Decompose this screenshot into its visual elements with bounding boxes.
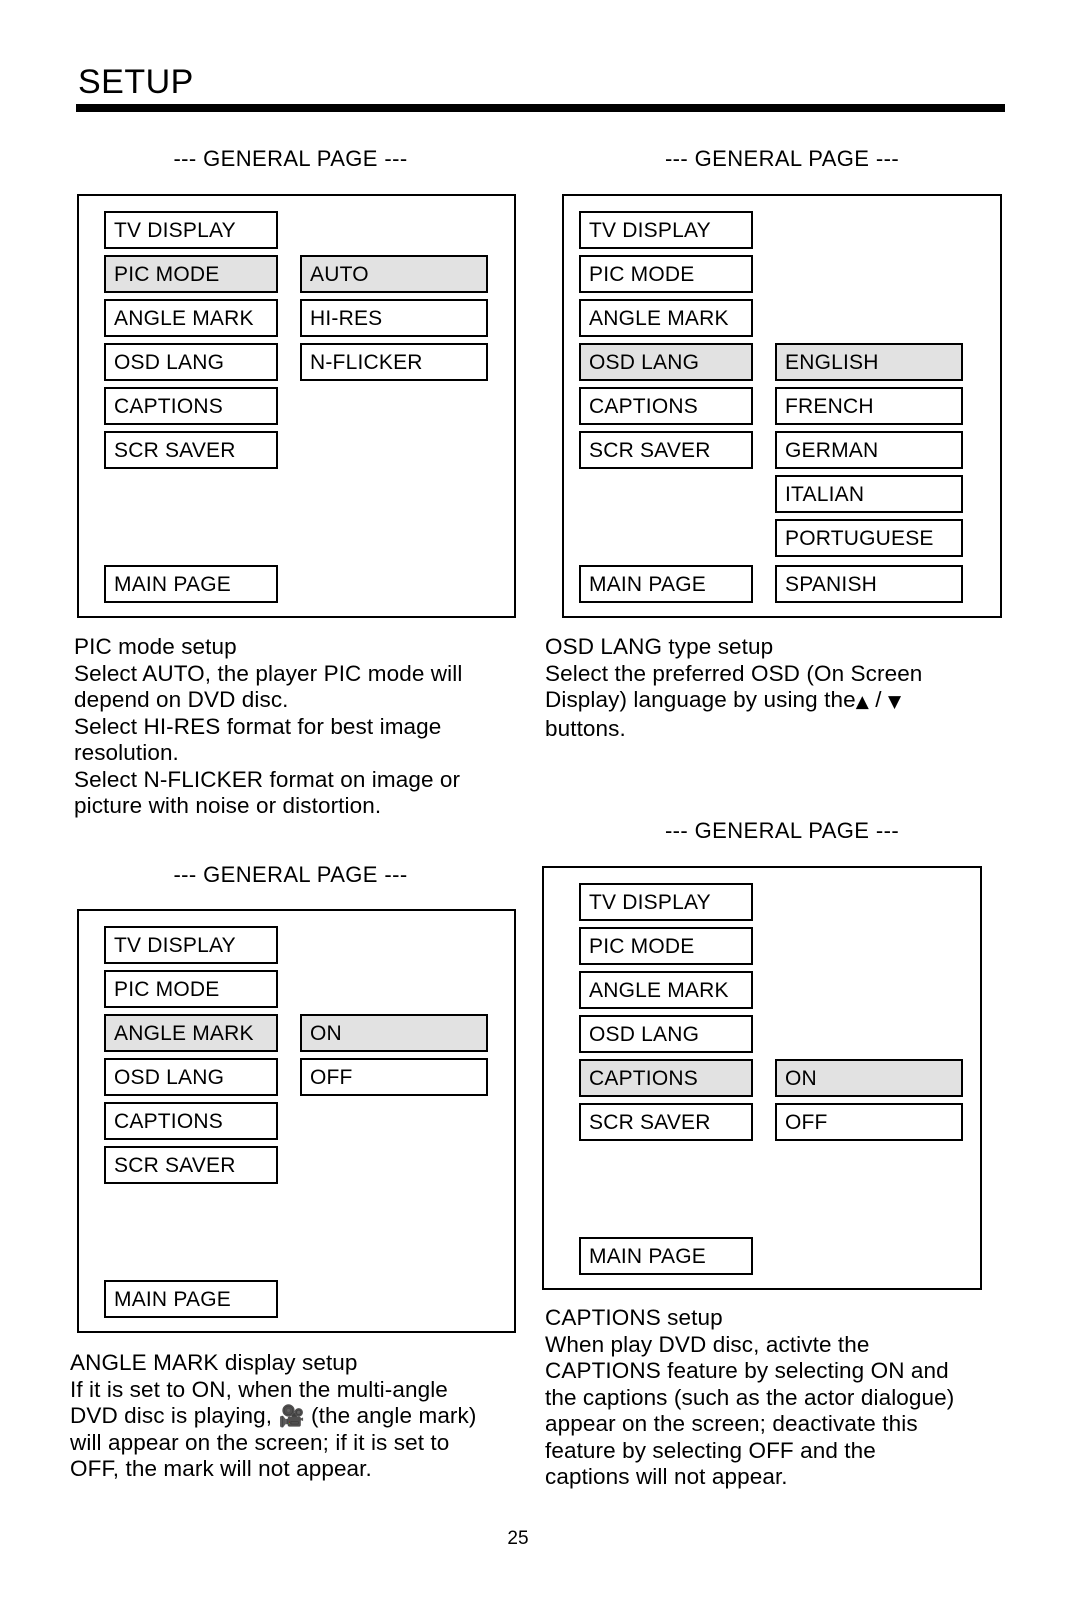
description-line: the captions (such as the actor dialogue… xyxy=(545,1384,955,1410)
page-number: 25 xyxy=(507,1528,529,1549)
description-line: Select N-FLICKER format on image or xyxy=(74,766,461,792)
menu-item-pic-mode[interactable]: PIC MODE xyxy=(579,255,753,293)
osd-panel-captions: TV DISPLAY PIC MODE ANGLE MARK OSD LANG … xyxy=(542,866,982,1290)
menu-item-main-page[interactable]: MAIN PAGE xyxy=(579,565,753,603)
menu-item-pic-mode[interactable]: PIC MODE xyxy=(104,255,278,293)
menu-item-captions[interactable]: CAPTIONS xyxy=(104,1102,278,1140)
menu-item-captions[interactable]: CAPTIONS xyxy=(579,1059,753,1097)
menu-item-angle-mark[interactable]: ANGLE MARK xyxy=(579,971,753,1009)
description-separator: / xyxy=(875,687,882,712)
osd-panel-osd-lang: TV DISPLAY PIC MODE ANGLE MARK OSD LANG … xyxy=(562,194,1002,618)
header-divider xyxy=(76,104,1005,112)
description-line: OFF, the mark will not appear. xyxy=(70,1456,372,1481)
description-line: DVD disc is playing, 🎥 (the angle mark) xyxy=(70,1403,530,1430)
option-off[interactable]: OFF xyxy=(775,1103,963,1141)
description-heading: CAPTIONS setup xyxy=(545,1305,723,1330)
panel-caption-osd-lang: --- GENERAL PAGE --- xyxy=(664,146,900,171)
description-heading: OSD LANG type setup xyxy=(545,634,774,659)
description-line: appear on the screen; deactivate this xyxy=(545,1411,918,1436)
description-text: DVD disc is playing, xyxy=(70,1403,273,1428)
option-french[interactable]: FRENCH xyxy=(775,387,963,425)
option-italian[interactable]: ITALIAN xyxy=(775,475,963,513)
panel-caption-angle-mark: --- GENERAL PAGE --- xyxy=(173,862,408,887)
description-text: Display) language by using the xyxy=(545,687,856,712)
menu-item-pic-mode[interactable]: PIC MODE xyxy=(104,970,278,1008)
option-english[interactable]: ENGLISH xyxy=(775,343,963,381)
page-title: SETUP xyxy=(78,63,194,101)
description-line: When play DVD disc, activte the xyxy=(545,1331,870,1357)
menu-item-angle-mark[interactable]: ANGLE MARK xyxy=(104,299,278,337)
menu-item-tv-display[interactable]: TV DISPLAY xyxy=(104,926,278,964)
menu-item-osd-lang[interactable]: OSD LANG xyxy=(579,1015,753,1053)
menu-item-scr-saver[interactable]: SCR SAVER xyxy=(579,431,753,469)
menu-item-osd-lang[interactable]: OSD LANG xyxy=(579,343,753,381)
menu-item-pic-mode[interactable]: PIC MODE xyxy=(579,927,753,965)
description-line: feature by selecting OFF and the xyxy=(545,1437,876,1463)
description-line: will appear on the screen; if it is set … xyxy=(70,1429,450,1455)
description-line: picture with noise or distortion. xyxy=(74,793,382,818)
option-german[interactable]: GERMAN xyxy=(775,431,963,469)
menu-item-angle-mark[interactable]: ANGLE MARK xyxy=(104,1014,278,1052)
manual-page: SETUP --- GENERAL PAGE --- TV DISPLAY PI… xyxy=(0,0,1080,1618)
description-line: captions will not appear. xyxy=(545,1464,788,1489)
osd-panel-angle-mark: TV DISPLAY PIC MODE ANGLE MARK OSD LANG … xyxy=(77,909,516,1333)
option-on[interactable]: ON xyxy=(300,1014,488,1052)
description-line: resolution. xyxy=(74,740,179,765)
arrow-down-icon: ▼ xyxy=(887,692,902,712)
menu-item-scr-saver[interactable]: SCR SAVER xyxy=(579,1103,753,1141)
option-auto[interactable]: AUTO xyxy=(300,255,488,293)
description-line: CAPTIONS feature by selecting ON and xyxy=(545,1358,949,1383)
option-off[interactable]: OFF xyxy=(300,1058,488,1096)
osd-panel-pic-mode: TV DISPLAY PIC MODE ANGLE MARK OSD LANG … xyxy=(77,194,516,618)
menu-item-osd-lang[interactable]: OSD LANG xyxy=(104,1058,278,1096)
menu-item-osd-lang[interactable]: OSD LANG xyxy=(104,343,278,381)
option-spanish[interactable]: SPANISH xyxy=(775,565,963,603)
option-n-flicker[interactable]: N-FLICKER xyxy=(300,343,488,381)
panel-caption-captions: --- GENERAL PAGE --- xyxy=(664,818,900,843)
menu-item-captions[interactable]: CAPTIONS xyxy=(104,387,278,425)
menu-item-scr-saver[interactable]: SCR SAVER xyxy=(104,1146,278,1184)
arrow-up-icon: ▲ xyxy=(855,692,869,712)
description-heading: PIC mode setup xyxy=(74,634,237,659)
angle-mark-icon: 🎥 xyxy=(278,1404,305,1428)
menu-item-tv-display[interactable]: TV DISPLAY xyxy=(104,211,278,249)
description-line: Select the preferred OSD (On Screen xyxy=(545,660,923,686)
option-hi-res[interactable]: HI-RES xyxy=(300,299,488,337)
description-line: buttons. xyxy=(545,715,626,741)
option-portuguese[interactable]: PORTUGUESE xyxy=(775,519,963,557)
description-line: Display) language by using the▲ / ▼ xyxy=(545,687,995,716)
menu-item-tv-display[interactable]: TV DISPLAY xyxy=(579,211,753,249)
option-on[interactable]: ON xyxy=(775,1059,963,1097)
menu-item-scr-saver[interactable]: SCR SAVER xyxy=(104,431,278,469)
panel-caption-pic-mode: --- GENERAL PAGE --- xyxy=(173,146,408,171)
description-line: If it is set to ON, when the multi-angle xyxy=(70,1376,448,1402)
description-osd-lang: OSD LANG type setup Select the preferred… xyxy=(545,634,995,742)
menu-item-main-page[interactable]: MAIN PAGE xyxy=(579,1237,753,1275)
description-text: (the angle mark) xyxy=(311,1403,477,1428)
menu-item-main-page[interactable]: MAIN PAGE xyxy=(104,565,278,603)
menu-item-main-page[interactable]: MAIN PAGE xyxy=(104,1280,278,1318)
description-line: Select AUTO, the player PIC mode will xyxy=(74,660,463,686)
menu-item-tv-display[interactable]: TV DISPLAY xyxy=(579,883,753,921)
menu-item-angle-mark[interactable]: ANGLE MARK xyxy=(579,299,753,337)
description-pic-mode: PIC mode setup Select AUTO, the player P… xyxy=(74,634,524,820)
description-captions: CAPTIONS setup When play DVD disc, activ… xyxy=(545,1305,1005,1491)
description-angle-mark: ANGLE MARK display setup If it is set to… xyxy=(70,1350,530,1483)
description-line: Select HI-RES format for best image xyxy=(74,713,442,739)
menu-item-captions[interactable]: CAPTIONS xyxy=(579,387,753,425)
description-heading: ANGLE MARK display setup xyxy=(70,1350,358,1375)
description-line: depend on DVD disc. xyxy=(74,687,289,712)
